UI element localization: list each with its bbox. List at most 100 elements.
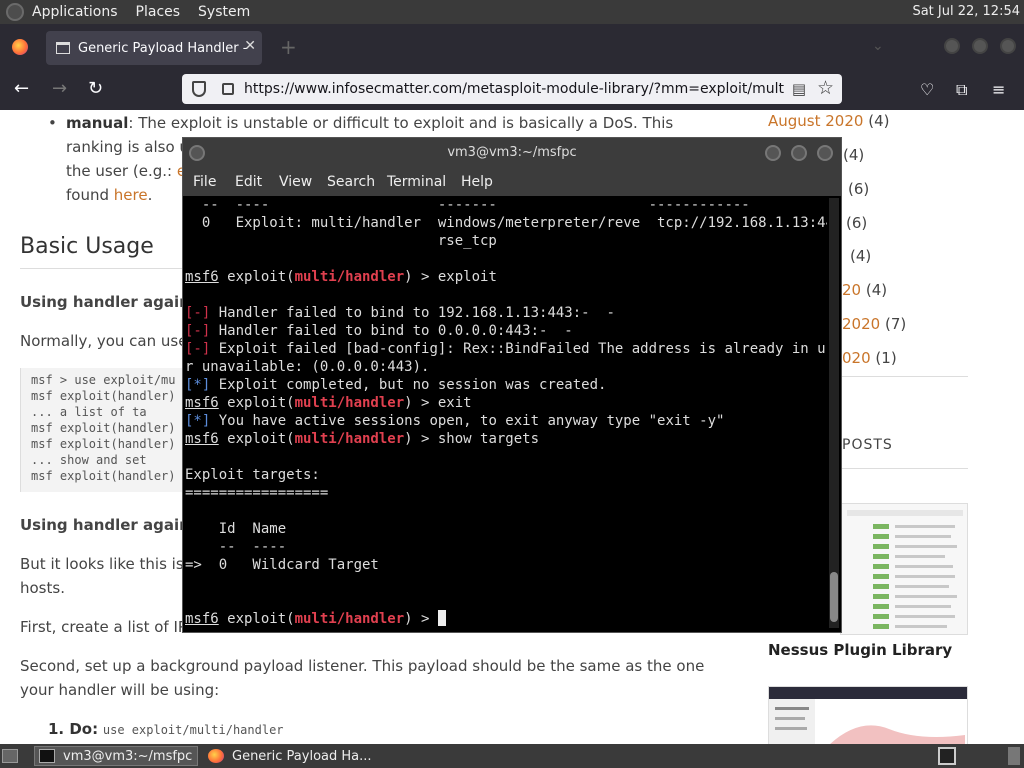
browser-tab-active[interactable]: Generic Payload Handler - M ✕ <box>46 31 262 65</box>
command-text: exit <box>437 395 472 411</box>
error-tag: [-] <box>185 323 211 339</box>
error-text: Handler failed to bind to 0.0.0.0:443:- … <box>210 323 573 339</box>
here-link[interactable]: here <box>114 186 148 204</box>
archive-item[interactable]: (4) <box>850 244 871 268</box>
site-security-lock-icon[interactable] <box>222 83 234 95</box>
archive-item[interactable]: (4) <box>843 143 864 167</box>
reload-icon[interactable]: ↻ <box>88 78 103 99</box>
url-bar[interactable]: https://www.infosecmatter.com/metasploit… <box>182 74 842 104</box>
system-menu[interactable]: System <box>198 4 250 20</box>
clock[interactable]: Sat Jul 22, 12:54 <box>912 4 1020 19</box>
terminal-line: 0 Exploit: multi/handler windows/meterpr… <box>185 215 827 231</box>
archive-link[interactable]: 20 <box>842 281 861 299</box>
second-setup-text-1: Second, set up a background payload list… <box>20 657 705 675</box>
menu-help[interactable]: Help <box>461 174 493 190</box>
archive-item[interactable]: 2020 (7) <box>842 312 906 336</box>
extensions-icon[interactable]: ⧉ <box>956 80 967 100</box>
archive-item[interactable]: 020 (1) <box>842 346 897 370</box>
prompt-exploit: exploit( <box>218 611 295 627</box>
manual-line-2: ranking is also u <box>66 138 189 156</box>
menu-view[interactable]: View <box>279 174 312 190</box>
archive-count: (6) <box>846 214 868 232</box>
menu-search[interactable]: Search <box>327 174 375 190</box>
terminal-scrollbar[interactable] <box>829 198 839 628</box>
archive-link[interactable]: 2020 <box>842 315 880 333</box>
terminal-output[interactable]: -- ---- ------- ------------ 0 Exploit: … <box>185 196 827 632</box>
terminal-line: Id Name <box>185 521 287 537</box>
terminal-titlebar[interactable]: vm3@vm3:~/msfpc <box>183 138 841 170</box>
list-all-tabs-icon[interactable]: ⌄ <box>872 38 884 54</box>
pocket-icon[interactable]: ♡ <box>920 80 934 99</box>
menu-terminal[interactable]: Terminal <box>387 174 446 190</box>
archive-link[interactable]: August 2020 <box>768 112 863 130</box>
menu-file[interactable]: File <box>193 174 216 190</box>
terminal-maximize-icon[interactable] <box>791 145 807 161</box>
page-favicon-icon <box>56 42 70 54</box>
bookmark-star-icon[interactable]: ☆ <box>817 77 834 99</box>
workspace-switcher[interactable] <box>938 746 958 766</box>
back-icon[interactable]: ← <box>14 78 29 99</box>
new-tab-icon[interactable]: + <box>280 35 297 59</box>
top-panel: Applications Places System Sat Jul 22, 1… <box>0 0 1024 24</box>
terminal-line: -- ---- <box>185 539 287 555</box>
archive-item[interactable]: August 2020 (4) <box>768 110 889 133</box>
applications-menu[interactable]: Applications <box>32 4 118 20</box>
archive-count: (4) <box>868 112 890 130</box>
archive-item[interactable]: (6) <box>848 177 869 201</box>
nessus-thumbnail[interactable] <box>840 503 968 635</box>
prompt-module: multi/handler <box>294 431 405 447</box>
archive-count: (4) <box>865 281 888 299</box>
tab-close-icon[interactable]: ✕ <box>244 38 256 54</box>
archive-count: (6) <box>848 180 870 198</box>
menu-edit[interactable]: Edit <box>235 174 262 190</box>
info-text: You have active sessions open, to exit a… <box>210 413 725 429</box>
firefox-task-icon <box>208 749 224 763</box>
maximize-window-icon[interactable] <box>972 38 988 54</box>
using-handler-heading-1: Using handler agains <box>20 293 199 311</box>
tracking-protection-icon[interactable] <box>192 81 206 97</box>
terminal-window[interactable]: vm3@vm3:~/msfpc File Edit View Search Te… <box>182 137 842 633</box>
terminal-menubar: File Edit View Search Terminal Help <box>183 170 841 196</box>
archive-count: (1) <box>875 349 897 367</box>
step-1-label: 1. Do: <box>48 720 99 738</box>
bottom-taskbar: vm3@vm3:~/msfpc Generic Payload Ha... <box>0 744 1024 768</box>
system-logo-icon[interactable] <box>6 3 24 21</box>
archive-link[interactable]: 020 <box>842 349 871 367</box>
nessus-caption[interactable]: Nessus Plugin Library <box>768 638 952 662</box>
firefox-menu-icon[interactable] <box>12 39 28 55</box>
prompt-module: multi/handler <box>294 395 405 411</box>
show-desktop-icon[interactable] <box>2 746 22 766</box>
task-terminal[interactable]: vm3@vm3:~/msfpc <box>34 746 198 766</box>
minimize-window-icon[interactable] <box>944 38 960 54</box>
terminal-line: Exploit targets: <box>185 467 320 483</box>
command-text: exploit <box>437 269 497 285</box>
terminal-prompt-line: msf6 exploit(multi/handler) > show targe… <box>185 430 539 448</box>
archive-item[interactable]: 20 (4) <box>842 278 887 302</box>
command-text: show targets <box>437 431 540 447</box>
terminal-current-prompt[interactable]: msf6 exploit(multi/handler) > <box>185 610 446 628</box>
app-menu-icon[interactable]: ≡ <box>992 80 1005 99</box>
terminal-prompt-line: msf6 exploit(multi/handler) > exit <box>185 394 472 412</box>
terminal-scrollbar-thumb[interactable] <box>830 572 838 622</box>
terminal-window-menu-icon[interactable] <box>189 145 205 161</box>
normally-text: Normally, you can use <box>20 332 188 350</box>
basic-usage-heading: Basic Usage <box>20 234 154 259</box>
step-1-item: 1. Do: use exploit/multi/handler <box>48 717 284 742</box>
first-create-text: First, create a list of IP <box>20 618 187 636</box>
prompt-msf: msf6 <box>185 611 219 627</box>
close-window-icon[interactable] <box>1000 38 1016 54</box>
url-text[interactable]: https://www.infosecmatter.com/metasploit… <box>244 81 784 97</box>
prompt-module: multi/handler <box>294 611 405 627</box>
second-post-thumbnail[interactable] <box>768 686 968 744</box>
task-browser[interactable]: Generic Payload Ha... <box>204 746 384 766</box>
terminal-info-line: [*] Exploit completed, but no session wa… <box>185 376 606 394</box>
places-menu[interactable]: Places <box>136 4 181 20</box>
reader-view-icon[interactable]: ▤ <box>792 80 806 98</box>
forward-icon[interactable]: → <box>52 78 67 99</box>
terminal-minimize-icon[interactable] <box>765 145 781 161</box>
archive-item[interactable]: (6) <box>846 211 867 235</box>
recent-posts-heading: POSTS <box>842 437 893 453</box>
info-text: Exploit completed, but no session was cr… <box>210 377 607 393</box>
terminal-close-icon[interactable] <box>817 145 833 161</box>
trash-icon[interactable] <box>1008 746 1022 766</box>
